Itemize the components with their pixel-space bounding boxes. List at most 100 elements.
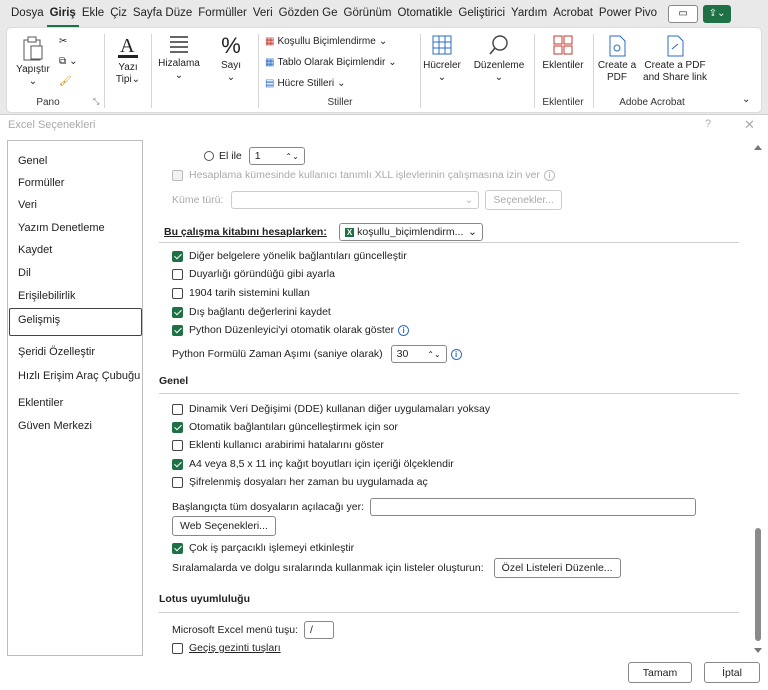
vertical-scrollbar[interactable] [752, 136, 764, 656]
tab-7[interactable]: Gözden Ge [276, 0, 341, 27]
tab-3[interactable]: Çiz [107, 0, 130, 27]
general-option-checkbox-0[interactable] [172, 403, 183, 415]
tab-9[interactable]: Otomatikle [394, 0, 455, 27]
create-share-button[interactable]: Create a PDF and Share link [643, 34, 707, 84]
paste-label: Yapıştır [16, 64, 50, 75]
nav-item-11[interactable]: Güven Merkezi [18, 420, 92, 432]
general-option-checkbox-4[interactable] [172, 476, 183, 488]
nav-keys-row[interactable]: Geçiş gezinti tuşları [172, 642, 281, 654]
nav-item-2[interactable]: Veri [18, 199, 37, 211]
cells-icon [432, 35, 452, 55]
nav-item-5[interactable]: Dil [18, 267, 31, 279]
startup-folder-input[interactable] [370, 498, 697, 516]
format-painter-button[interactable]: 🖌 [59, 76, 72, 87]
tab-6[interactable]: Veri [250, 0, 276, 27]
tab-0[interactable]: Dosya [8, 0, 47, 27]
tab-13[interactable]: Power Pivo [596, 0, 660, 27]
tab-10[interactable]: Geliştirici [455, 0, 508, 27]
manual-radio-row[interactable]: El ile 1 ⌃⌄ [204, 147, 305, 165]
general-option-row-0[interactable]: Dinamik Veri Değişimi (DDE) kullanan diğ… [172, 403, 490, 415]
number-button[interactable]: % Sayı ⌄ [211, 34, 251, 84]
tab-2[interactable]: Ekle [79, 0, 107, 27]
scroll-up-icon[interactable] [754, 145, 762, 150]
cancel-button[interactable]: İptal [704, 662, 760, 683]
spinner-icon[interactable]: ⌃⌄ [285, 152, 298, 161]
cut-button[interactable]: ✂ [59, 36, 67, 47]
nav-item-7[interactable]: Gelişmiş [18, 314, 60, 326]
nav-item-6[interactable]: Erişilebilirlik [18, 290, 75, 302]
general-option-row-3[interactable]: A4 veya 8,5 x 11 inç kağıt boyutları içi… [172, 458, 454, 470]
wb-option-row-3[interactable]: Dış bağlantı değerlerini kaydet [172, 306, 331, 318]
info-icon[interactable]: i [398, 324, 410, 336]
dialog-launcher-icon[interactable]: ⤡ [93, 97, 99, 107]
general-option-checkbox-2[interactable] [172, 439, 183, 451]
ok-button[interactable]: Tamam [628, 662, 692, 683]
excel-icon: X [344, 227, 355, 237]
info-icon[interactable]: i [450, 348, 462, 360]
nav-item-8[interactable]: Şeridi Özelleştir [18, 346, 95, 358]
python-timeout-label: Python Formülü Zaman Aşımı (saniye olara… [172, 348, 383, 360]
conditional-format-button[interactable]: ▦ Koşullu Biçimlendirme ⌄ [265, 36, 387, 47]
nav-item-10[interactable]: Eklentiler [18, 397, 63, 409]
multithread-row[interactable]: Çok iş parçacıklı işlemeyi etkinleştir [172, 542, 354, 554]
font-button[interactable]: A Yazı Tipi⌄ [111, 34, 145, 86]
menu-key-input[interactable]: / [304, 621, 335, 639]
nav-item-1[interactable]: Formüller [18, 177, 64, 189]
tab-11[interactable]: Yardım [508, 0, 550, 27]
nav-item-3[interactable]: Yazım Denetleme [18, 222, 105, 234]
wb-option-checkbox-4[interactable] [172, 324, 183, 336]
comments-button[interactable]: ▭ [668, 4, 699, 23]
radio-icon[interactable] [204, 151, 214, 161]
create-share-label: Create a PDF and Share link [643, 60, 707, 83]
general-option-row-2[interactable]: Eklenti kullanıcı arabirimi hatalarını g… [172, 439, 384, 451]
wb-option-row-0[interactable]: Diğer belgelere yönelik bağlantıları gün… [172, 250, 407, 262]
cell-styles-button[interactable]: ▤ Hücre Stilleri ⌄ [265, 78, 346, 89]
paste-button[interactable]: Yapıştır ⌄ [13, 36, 53, 88]
tab-4[interactable]: Sayfa Düze [130, 0, 195, 27]
spinner-icon[interactable]: ⌃⌄ [427, 350, 440, 359]
multithread-checkbox[interactable] [172, 542, 183, 554]
general-option-checkbox-1[interactable] [172, 421, 183, 433]
general-option-checkbox-3[interactable] [172, 458, 183, 470]
wb-option-checkbox-3[interactable] [172, 306, 183, 318]
close-icon[interactable]: ✕ [744, 117, 755, 133]
nav-item-0[interactable]: Genel [18, 155, 47, 167]
tab-8[interactable]: Görünüm [341, 0, 395, 27]
tab-5[interactable]: Formüller [195, 0, 250, 27]
custom-lists-row: Sıralamalarda ve dolgu sıralarında kulla… [172, 558, 621, 578]
scroll-down-icon[interactable] [754, 648, 762, 653]
ribbon: Yapıştır ⌄ ✂ ⧉ ⌄ 🖌 Pano ⤡ A Yazı Tipi⌄ Hiz… [6, 27, 762, 113]
wb-option-row-1[interactable]: Duyarlığı göründüğü gibi ayarla [172, 268, 335, 280]
manual-iterations-input[interactable]: 1 ⌃⌄ [248, 147, 305, 165]
general-option-row-1[interactable]: Otomatik bağlantıları güncelleştirmek iç… [172, 421, 398, 433]
copy-button[interactable]: ⧉ ⌄ [59, 56, 78, 67]
nav-keys-checkbox[interactable] [172, 642, 183, 654]
addins-button[interactable]: Eklentiler [537, 34, 589, 72]
alignment-button[interactable]: Hizalama ⌄ [155, 34, 203, 82]
workbook-select[interactable]: Xkoşullu_biçimlendirm... ⌄ [338, 223, 483, 241]
create-pdf-button[interactable]: Create a PDF [595, 34, 639, 84]
format-as-table-button[interactable]: ▦ Tablo Olarak Biçimlendir ⌄ [265, 57, 397, 68]
nav-item-9[interactable]: Hızlı Erişim Araç Çubuğu [18, 370, 140, 382]
wb-option-row-2[interactable]: 1904 tarih sistemini kullan [172, 287, 310, 299]
tab-1[interactable]: Giriş [46, 0, 79, 27]
collapse-ribbon-icon[interactable]: ⌄ [742, 94, 750, 105]
wb-option-row-4[interactable]: Python Düzenleyici'yi otomatik olarak gö… [172, 324, 410, 336]
cell-styles-icon: ▤ [265, 78, 275, 89]
tab-12[interactable]: Acrobat [550, 0, 596, 27]
share-button[interactable]: ⇪⌄ [703, 4, 732, 23]
web-options-button[interactable]: Web Seçenekleri... [172, 516, 276, 536]
nav-item-4[interactable]: Kaydet [18, 244, 52, 256]
wb-option-checkbox-0[interactable] [172, 250, 183, 262]
cells-button[interactable]: Hücreler ⌄ [421, 34, 463, 84]
python-timeout-input[interactable]: 30 ⌃⌄ [390, 345, 447, 363]
edit-custom-lists-button[interactable]: Özel Listeleri Düzenle... [493, 558, 621, 578]
help-icon[interactable]: ? [705, 118, 711, 130]
editing-button[interactable]: Düzenleme ⌄ [473, 34, 525, 84]
options-dialog: Genel Formüller Veri Yazım Denetleme Kaydet D… [0, 136, 768, 690]
wb-option-checkbox-2[interactable] [172, 287, 183, 299]
wb-option-checkbox-1[interactable] [172, 268, 183, 280]
general-option-row-4[interactable]: Şifrelenmiş dosyaları her zaman bu uygul… [172, 476, 428, 488]
number-label: Sayı [220, 60, 241, 71]
scroll-thumb[interactable] [755, 528, 761, 641]
